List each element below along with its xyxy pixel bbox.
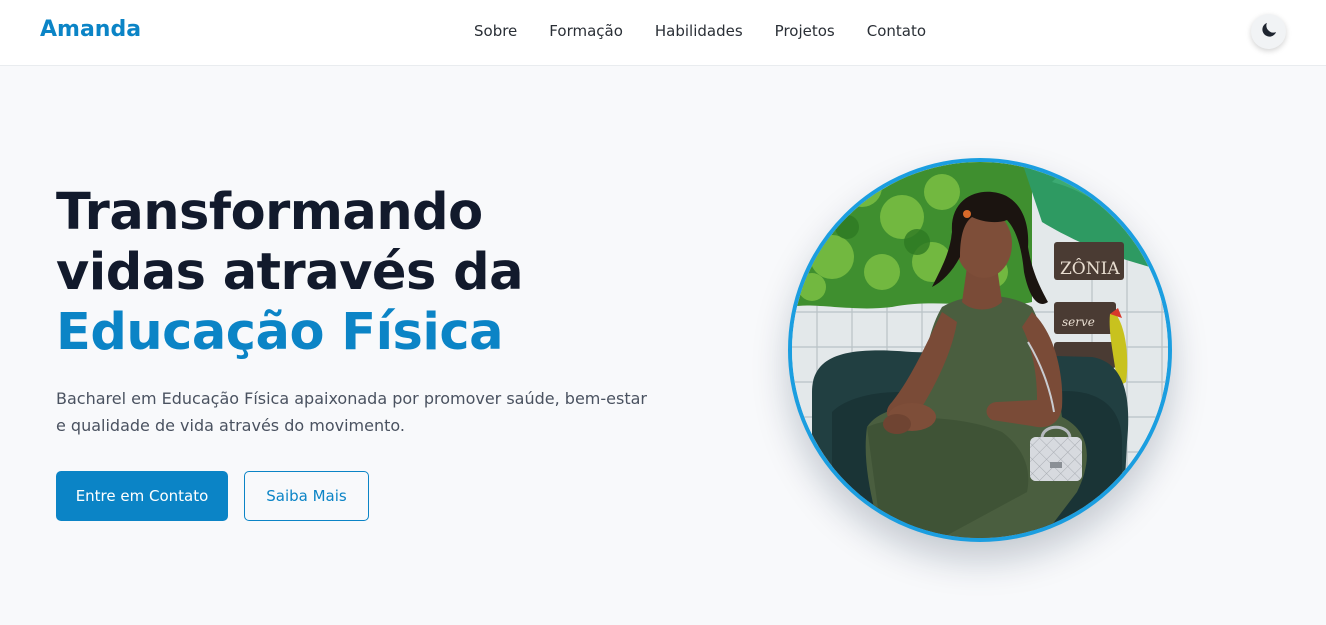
contact-button[interactable]: Entre em Contato xyxy=(56,471,228,521)
brand-logo[interactable]: Amanda xyxy=(40,17,141,42)
nav-link-sobre[interactable]: Sobre xyxy=(474,22,517,40)
navbar: Amanda Sobre Formação Habilidades Projet… xyxy=(0,0,1326,66)
hero-title-line2: vidas através da xyxy=(56,243,524,302)
nav-links: Sobre Formação Habilidades Projetos Cont… xyxy=(474,22,926,40)
nav-link-habilidades[interactable]: Habilidades xyxy=(655,22,743,40)
photo-sign-text: ZÔNIA xyxy=(1060,258,1120,279)
hero-description: Bacharel em Educação Física apaixonada p… xyxy=(56,389,647,435)
nav-link-projetos[interactable]: Projetos xyxy=(775,22,835,40)
nav-link-formacao[interactable]: Formação xyxy=(549,22,623,40)
nav-link-contato[interactable]: Contato xyxy=(867,22,926,40)
hero-title-line1: Transformando xyxy=(56,183,483,242)
learn-more-button[interactable]: Saiba Mais xyxy=(244,471,369,521)
photo-sign-text-2: serve xyxy=(1062,315,1095,329)
profile-photo: ZÔNIA serve xyxy=(788,158,1172,542)
hero-title-accent: Educação Física xyxy=(56,303,504,362)
moon-icon xyxy=(1259,20,1279,43)
hero-title: Transformando vidas através da Educação … xyxy=(56,183,524,363)
theme-toggle-button[interactable] xyxy=(1251,14,1286,49)
